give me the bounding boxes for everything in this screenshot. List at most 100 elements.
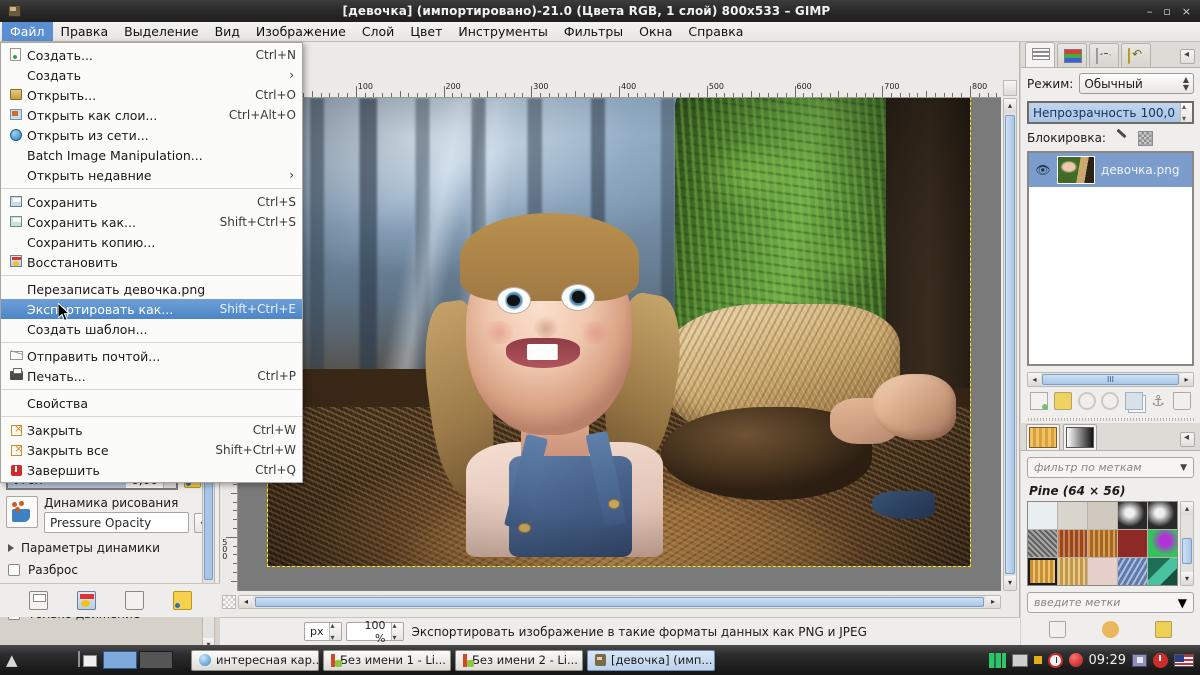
reset-tool-icon[interactable]	[173, 591, 192, 610]
menu-windows[interactable]: Окна	[631, 22, 680, 41]
canvas-viewport[interactable]	[238, 98, 1001, 591]
lower-layer-icon-2[interactable]	[1101, 392, 1119, 410]
clock[interactable]: 09:29	[1089, 653, 1126, 668]
task-button-writer-1[interactable]: Без имени 1 - Li...	[323, 650, 451, 671]
pattern-scroll-up-icon[interactable]: ▴	[1181, 502, 1193, 515]
anchor-layer-icon[interactable]: ⚓	[1149, 392, 1167, 410]
mode-combobox[interactable]: Обычный ▲▼	[1079, 73, 1194, 94]
menu-item-11[interactable]: Восстановить	[1, 252, 302, 272]
workspace-1[interactable]	[103, 651, 137, 669]
workspace-2[interactable]	[139, 651, 173, 669]
scroll-left-icon[interactable]: ◂	[239, 596, 253, 608]
pattern-scroll-down-icon[interactable]: ▾	[1181, 572, 1193, 585]
menu-item-3[interactable]: Открыть как слои...Ctrl+Alt+O	[1, 105, 302, 125]
raise-layer-icon[interactable]	[1054, 392, 1072, 410]
arch-menu-icon[interactable]: ▲	[6, 652, 23, 669]
layers-scroll-thumb[interactable]: III	[1042, 374, 1179, 385]
menu-item-13[interactable]: Перезаписать девочка.png	[1, 279, 302, 299]
menu-help[interactable]: Справка	[680, 22, 751, 41]
dynamics-value[interactable]: Pressure Opacity	[44, 512, 189, 533]
power-icon[interactable]	[1153, 653, 1168, 668]
undo-history-tab[interactable]	[1121, 43, 1151, 67]
menu-item-22[interactable]: ЗакрытьCtrl+W	[1, 420, 302, 440]
channels-tab[interactable]	[1057, 43, 1087, 67]
edit-pattern-icon[interactable]	[1049, 621, 1066, 638]
duplicate-layer-icon[interactable]	[1125, 392, 1143, 410]
pattern-swatch[interactable]	[1088, 558, 1117, 585]
task-button-chrome[interactable]: интересная кар...	[191, 650, 319, 671]
menu-item-15[interactable]: Создать шаблон...	[1, 319, 302, 339]
pattern-swatch[interactable]	[1118, 558, 1147, 585]
pattern-swatch[interactable]	[1058, 530, 1087, 557]
menu-item-9[interactable]: Сохранить как...Shift+Ctrl+S	[1, 212, 302, 232]
audio-bars-icon[interactable]	[989, 653, 1006, 668]
canvas-vertical-scrollbar[interactable]: ▴ ▾	[1003, 98, 1017, 591]
menu-item-2[interactable]: Открыть...Ctrl+O	[1, 85, 302, 105]
patterns-dock-menu-icon[interactable]	[1180, 432, 1195, 447]
menu-file[interactable]: Файл	[2, 22, 53, 41]
lock-screen-icon[interactable]	[1132, 654, 1147, 667]
pattern-tags-input[interactable]: введите метки ▼	[1027, 592, 1194, 613]
pattern-swatch[interactable]	[1058, 502, 1087, 529]
close-button[interactable]: ×	[1182, 5, 1191, 18]
menu-edit[interactable]: Правка	[53, 22, 117, 41]
scroll-right-icon[interactable]: ▸	[986, 596, 1000, 608]
maximize-button[interactable]: ▫	[1163, 5, 1170, 18]
menu-item-4[interactable]: Открыть из сети...	[1, 125, 302, 145]
horizontal-ruler[interactable]: 100200300400500600700800	[238, 80, 1001, 98]
new-pattern-icon[interactable]	[1102, 621, 1119, 638]
dock-separator-grip[interactable]	[1027, 415, 1194, 423]
pattern-swatch[interactable]	[1028, 530, 1057, 557]
lock-pixels-icon[interactable]	[1114, 130, 1130, 146]
menu-image[interactable]: Изображение	[248, 22, 354, 41]
tags-chevron-down-icon[interactable]: ▼	[1178, 596, 1187, 610]
mouse-icon[interactable]	[30, 652, 47, 669]
dynamics-preview-icon[interactable]	[6, 496, 38, 528]
pattern-swatch[interactable]	[1148, 558, 1177, 585]
unit-spinner-icon[interactable]	[329, 623, 341, 640]
layer-visibility-icon[interactable]: 👁	[1029, 163, 1057, 177]
layers-scroll-left-icon[interactable]: ◂	[1028, 373, 1041, 386]
menu-item-10[interactable]: Сохранить копию...	[1, 232, 302, 252]
gradients-tab[interactable]	[1063, 424, 1097, 450]
pattern-grid[interactable]	[1027, 501, 1178, 586]
delete-layer-icon[interactable]	[1173, 392, 1191, 410]
h-scroll-thumb[interactable]	[255, 597, 984, 607]
menu-item-5[interactable]: Batch Image Manipulation...	[1, 145, 302, 165]
tool-options-scroll-thumb[interactable]	[204, 472, 213, 580]
checkbox-scatter[interactable]: Разброс	[0, 559, 220, 581]
opacity-slider[interactable]: Непрозрачность 100,0	[1027, 101, 1194, 124]
us-flag-icon[interactable]	[1174, 654, 1194, 667]
menu-item-18[interactable]: Печать...Ctrl+P	[1, 366, 302, 386]
paths-tab[interactable]	[1089, 43, 1119, 67]
lock-alpha-icon[interactable]	[1138, 131, 1153, 146]
zoom-spinner-icon[interactable]	[391, 623, 403, 640]
menu-tools[interactable]: Инструменты	[450, 22, 555, 41]
browser-icon[interactable]	[54, 652, 71, 669]
lower-layer-icon[interactable]	[1078, 392, 1096, 410]
tool-options-scrollbar[interactable]: ▾	[202, 470, 215, 652]
scroll-down-icon-canvas[interactable]: ▾	[1004, 576, 1016, 590]
menu-item-23[interactable]: Закрыть всеShift+Ctrl+W	[1, 440, 302, 460]
menu-view[interactable]: Вид	[207, 22, 248, 41]
menu-item-20[interactable]: Свойства	[1, 393, 302, 413]
pattern-swatch[interactable]	[1058, 558, 1087, 585]
chevron-down-icon[interactable]: ▼	[1180, 463, 1187, 473]
menu-select[interactable]: Выделение	[116, 22, 206, 41]
pattern-swatch[interactable]	[1148, 530, 1177, 557]
menu-layer[interactable]: Слой	[354, 22, 403, 41]
navigation-preview-button[interactable]	[1003, 80, 1017, 96]
save-tool-preset-icon[interactable]	[29, 591, 48, 610]
menu-item-8[interactable]: СохранитьCtrl+S	[1, 192, 302, 212]
unit-selector[interactable]: px	[304, 622, 342, 641]
task-button-gimp[interactable]: [девочка] (имп...	[587, 650, 715, 671]
pattern-swatch[interactable]	[1028, 558, 1057, 585]
menu-item-1[interactable]: Создать›	[1, 65, 302, 85]
menu-filters[interactable]: Фильтры	[556, 22, 631, 41]
record-icon[interactable]	[1069, 653, 1083, 667]
quick-mask-toggle[interactable]	[222, 595, 236, 609]
refresh-patterns-icon[interactable]	[1155, 621, 1172, 638]
pattern-scroll-thumb[interactable]	[1182, 538, 1192, 564]
dynamics-params-expander[interactable]: Параметры динамики	[0, 537, 220, 559]
v-scroll-thumb[interactable]	[1005, 115, 1015, 574]
